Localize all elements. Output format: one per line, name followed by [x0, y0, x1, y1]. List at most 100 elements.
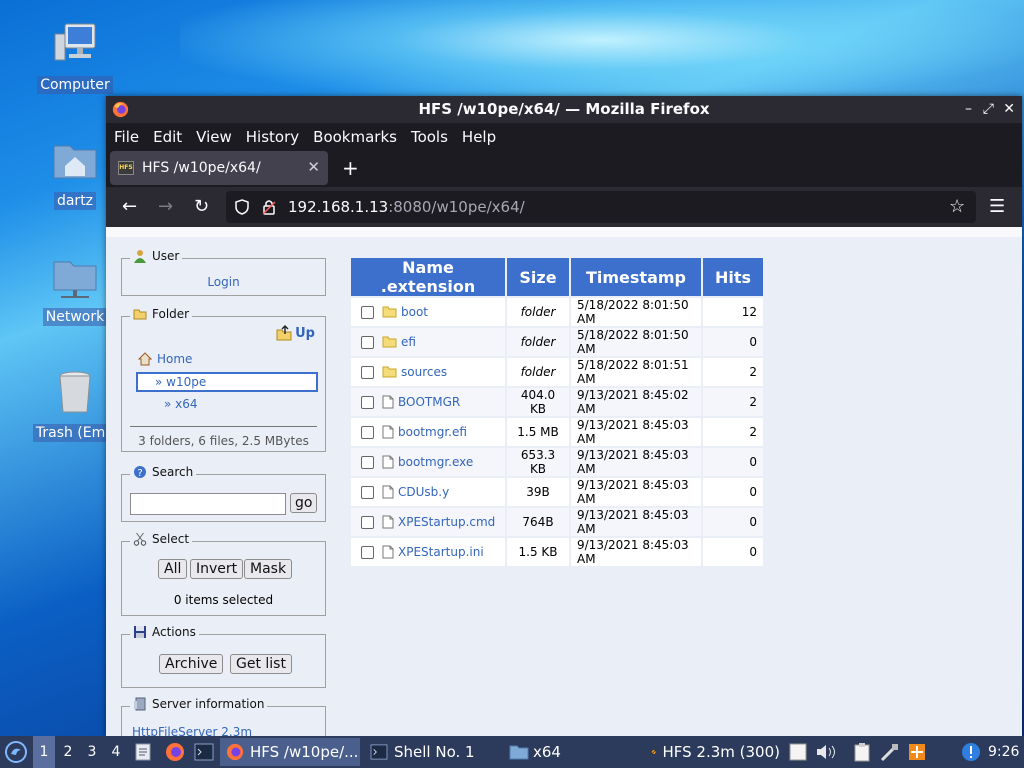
- back-button[interactable]: ←: [122, 196, 137, 217]
- menu-edit[interactable]: Edit: [153, 128, 182, 146]
- menu-view[interactable]: View: [196, 128, 232, 146]
- row-checkbox[interactable]: [361, 336, 374, 349]
- column-header-size[interactable]: Size: [507, 258, 569, 296]
- cell-hits: 2: [703, 388, 764, 416]
- start-menu-icon[interactable]: [4, 740, 28, 764]
- network-tray-icon[interactable]: [880, 742, 900, 762]
- task-x64-folder[interactable]: x64: [503, 738, 633, 766]
- menu-file[interactable]: File: [114, 128, 139, 146]
- row-checkbox[interactable]: [361, 366, 374, 379]
- tray-hfs[interactable]: HFS 2.3m (300): [645, 738, 780, 766]
- row-checkbox[interactable]: [361, 456, 374, 469]
- workspace-3[interactable]: 3: [81, 736, 103, 768]
- text-editor-icon[interactable]: [135, 743, 151, 761]
- desktop-icon-label: Computer: [37, 76, 113, 94]
- url-path: :8080/w10pe/x64/: [388, 198, 525, 216]
- file-link[interactable]: BOOTMGR: [398, 395, 460, 409]
- close-window-button[interactable]: ✕: [1003, 96, 1015, 123]
- row-checkbox[interactable]: [361, 516, 374, 529]
- desktop-icon-computer[interactable]: Computer: [30, 20, 120, 94]
- tab-hfs[interactable]: HFS HFS /w10pe/x64/ ✕: [110, 151, 328, 185]
- window-titlebar[interactable]: HFS /w10pe/x64/ — Mozilla Firefox – ⤢ ✕: [106, 96, 1022, 123]
- column-header-hits[interactable]: Hits: [703, 258, 764, 296]
- cell-hits: 0: [703, 448, 764, 476]
- row-checkbox[interactable]: [361, 396, 374, 409]
- folder-open-icon: [133, 309, 147, 320]
- menu-help[interactable]: Help: [462, 128, 496, 146]
- cell-hits: 0: [703, 328, 764, 356]
- menu-history[interactable]: History: [246, 128, 299, 146]
- forward-button[interactable]: →: [158, 196, 173, 217]
- new-tab-button[interactable]: +: [342, 156, 359, 180]
- login-link[interactable]: Login: [207, 275, 239, 289]
- row-checkbox[interactable]: [361, 546, 374, 559]
- notification-alert-icon[interactable]: [961, 742, 981, 762]
- cell-timestamp: 9/13/2021 8:45:02 AM: [571, 388, 701, 416]
- file-link[interactable]: sources: [401, 365, 447, 379]
- breadcrumb-x64[interactable]: » x64: [164, 397, 198, 411]
- workspace-2[interactable]: 2: [57, 736, 79, 768]
- cell-hits: 2: [703, 418, 764, 446]
- archive-button[interactable]: Archive: [159, 654, 224, 674]
- file-link[interactable]: XPEStartup.cmd: [398, 515, 495, 529]
- update-tray-icon[interactable]: [908, 743, 926, 761]
- network-folder-icon: [53, 261, 97, 298]
- cell-timestamp: 5/18/2022 8:01:50 AM: [571, 298, 701, 326]
- search-panel: ? Search go: [121, 465, 326, 522]
- select-all-button[interactable]: All: [158, 559, 188, 579]
- maximize-button[interactable]: ⤢: [983, 96, 994, 123]
- minimize-button[interactable]: –: [965, 96, 972, 123]
- select-invert-button[interactable]: Invert: [190, 559, 244, 579]
- terminal-launcher-icon[interactable]: [194, 743, 214, 761]
- search-go-button[interactable]: go: [290, 493, 318, 513]
- task-shell[interactable]: Shell No. 1: [364, 738, 499, 766]
- row-checkbox[interactable]: [361, 426, 374, 439]
- cell-timestamp: 5/18/2022 8:01:50 AM: [571, 328, 701, 356]
- get-list-button[interactable]: Get list: [230, 654, 292, 674]
- cell-name: XPEStartup.cmd: [351, 508, 505, 536]
- file-link[interactable]: bootmgr.exe: [398, 455, 473, 469]
- file-link[interactable]: CDUsb.y: [398, 485, 449, 499]
- home-folder-icon: [53, 145, 97, 179]
- up-button[interactable]: Up: [276, 325, 315, 341]
- cell-size: 1.5 KB: [507, 538, 569, 566]
- home-link[interactable]: Home: [138, 352, 192, 366]
- url-bar[interactable]: 192.168.1.13:8080/w10pe/x64/: [226, 191, 976, 223]
- cell-timestamp: 9/13/2021 8:45:03 AM: [571, 508, 701, 536]
- volume-icon[interactable]: [815, 743, 837, 761]
- clipboard-icon[interactable]: [852, 742, 872, 762]
- cell-size: 39B: [507, 478, 569, 506]
- table-row: sources folder 5/18/2022 8:01:51 AM 2: [351, 358, 764, 386]
- breadcrumb-w10pe[interactable]: » w10pe: [136, 372, 318, 392]
- notes-tray-icon[interactable]: [789, 743, 807, 761]
- folder-panel: Folder Up Home » w10pe » x64 3 folders, …: [121, 307, 326, 452]
- row-checkbox[interactable]: [361, 306, 374, 319]
- row-checkbox[interactable]: [361, 486, 374, 499]
- column-header-timestamp[interactable]: Timestamp: [571, 258, 701, 296]
- user-panel-title: User: [130, 249, 183, 263]
- reload-button[interactable]: ↻: [194, 196, 209, 217]
- file-link[interactable]: XPEStartup.ini: [398, 545, 484, 559]
- desktop-icon-label: Trash (Emp: [32, 424, 118, 442]
- select-mask-button[interactable]: Mask: [244, 559, 293, 579]
- file-link[interactable]: efi: [401, 335, 416, 349]
- tab-close-icon[interactable]: ✕: [307, 158, 320, 176]
- scissors-icon: [133, 532, 147, 546]
- task-firefox[interactable]: HFS /w10pe/...: [220, 738, 360, 766]
- folder-icon: [382, 366, 397, 378]
- hfs-favicon-icon: HFS: [118, 161, 134, 175]
- file-link[interactable]: boot: [401, 305, 428, 319]
- workspace-1[interactable]: 1: [33, 736, 55, 768]
- server-version-link[interactable]: HttpFileServer 2.3m: [132, 725, 252, 736]
- table-row: bootmgr.exe 653.3 KB 9/13/2021 8:45:03 AM 0: [351, 448, 764, 476]
- file-link[interactable]: bootmgr.efi: [398, 425, 467, 439]
- home-icon: [138, 352, 152, 366]
- menu-bookmarks[interactable]: Bookmarks: [313, 128, 397, 146]
- app-menu-button[interactable]: ☰: [989, 196, 1005, 217]
- workspace-4[interactable]: 4: [105, 736, 127, 768]
- bookmark-star-icon[interactable]: ☆: [949, 196, 965, 217]
- menu-tools[interactable]: Tools: [411, 128, 448, 146]
- firefox-launcher-icon[interactable]: [165, 742, 185, 762]
- column-header-name[interactable]: Name .extension: [351, 258, 505, 296]
- search-input[interactable]: [130, 493, 286, 515]
